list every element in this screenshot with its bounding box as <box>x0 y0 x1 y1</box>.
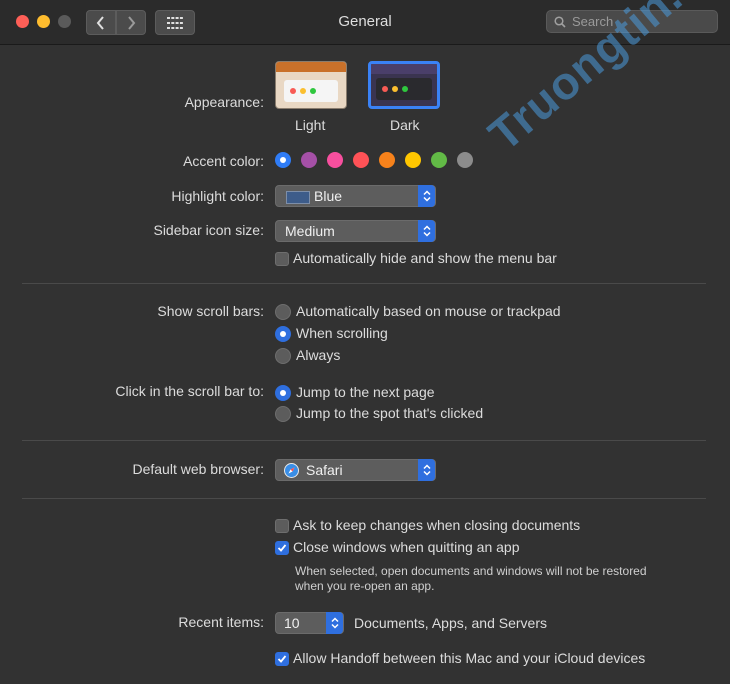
jump-to-spot-label: Jump to the spot that's clicked <box>296 405 484 421</box>
sidebar-icon-size-label: Sidebar icon size: <box>153 222 264 238</box>
scroll-always-radio[interactable] <box>275 348 291 364</box>
menu-bar-checkbox[interactable] <box>275 252 289 266</box>
recent-items-value: 10 <box>284 615 300 631</box>
handoff-checkbox[interactable] <box>275 652 289 666</box>
recent-items-stepper <box>326 612 343 634</box>
appearance-label: Appearance: <box>184 94 264 110</box>
minimize-window-button[interactable] <box>37 15 50 28</box>
title-bar: General <box>0 0 730 45</box>
safari-icon <box>284 463 299 478</box>
close-windows-checkbox[interactable] <box>275 541 289 555</box>
accent-graphite-swatch[interactable] <box>457 152 473 168</box>
forward-button[interactable] <box>116 10 146 35</box>
highlight-color-label: Highlight color: <box>171 188 264 204</box>
handoff-label: Allow Handoff between this Mac and your … <box>293 650 646 666</box>
close-windows-label: Close windows when quitting an app <box>293 539 520 555</box>
scroll-always-label: Always <box>296 347 341 363</box>
accent-blue-swatch[interactable] <box>275 152 291 168</box>
scroll-bars-label: Show scroll bars: <box>157 303 264 319</box>
highlight-swatch <box>286 191 310 204</box>
jump-to-spot-radio[interactable] <box>275 406 291 422</box>
appearance-dark-label: Dark <box>390 117 420 133</box>
recent-items-suffix: Documents, Apps, and Servers <box>354 615 547 631</box>
highlight-color-popup[interactable]: Blue <box>275 185 436 207</box>
separator <box>22 440 706 441</box>
accent-purple-swatch[interactable] <box>301 152 317 168</box>
search-icon <box>554 15 566 28</box>
updown-chevron-icon <box>422 464 431 476</box>
updown-chevron-icon <box>422 190 431 202</box>
search-field[interactable] <box>546 10 718 33</box>
click-scroll-label: Click in the scroll bar to: <box>115 383 264 399</box>
highlight-color-value: Blue <box>314 188 343 204</box>
appearance-light-option[interactable] <box>275 61 347 109</box>
checkmark-icon <box>277 655 287 663</box>
back-button[interactable] <box>86 10 116 35</box>
close-windows-note-line1: When selected, open documents and window… <box>295 564 647 578</box>
jump-next-page-radio[interactable] <box>275 385 291 401</box>
updown-chevron-icon <box>422 225 431 237</box>
system-preferences-window: General Appearance: Light Dark Accent co… <box>0 0 730 684</box>
scroll-auto-label: Automatically based on mouse or trackpad <box>296 303 561 319</box>
chevron-right-icon <box>128 15 136 30</box>
accent-green-swatch[interactable] <box>431 152 447 168</box>
ask-keep-changes-checkbox[interactable] <box>275 519 289 533</box>
show-all-button[interactable] <box>155 10 195 35</box>
sidebar-icon-stepper <box>418 220 435 242</box>
appearance-dark-option[interactable] <box>368 61 440 109</box>
grid-icon <box>167 16 183 29</box>
accent-orange-swatch[interactable] <box>379 152 395 168</box>
menu-bar-label: Automatically hide and show the menu bar <box>293 250 557 266</box>
accent-red-swatch[interactable] <box>353 152 369 168</box>
checkmark-icon <box>277 544 287 552</box>
search-input[interactable] <box>570 13 714 30</box>
jump-next-page-label: Jump to the next page <box>296 384 435 400</box>
recent-items-label: Recent items: <box>178 614 264 630</box>
close-windows-note-line2: when you re-open an app. <box>295 579 435 593</box>
scroll-auto-radio[interactable] <box>275 304 291 320</box>
recent-items-popup[interactable]: 10 <box>275 612 344 634</box>
updown-chevron-icon <box>330 617 339 629</box>
scroll-when-scrolling-radio[interactable] <box>275 326 291 342</box>
appearance-light-label: Light <box>295 117 326 133</box>
default-browser-stepper <box>418 459 435 481</box>
separator <box>22 283 706 284</box>
sidebar-icon-size-popup[interactable]: Medium <box>275 220 436 242</box>
chevron-left-icon <box>96 15 104 30</box>
default-browser-value: Safari <box>306 462 343 478</box>
highlight-stepper <box>418 185 435 207</box>
sidebar-icon-size-value: Medium <box>285 223 335 239</box>
separator <box>22 498 706 499</box>
accent-pink-swatch[interactable] <box>327 152 343 168</box>
zoom-window-button[interactable] <box>58 15 71 28</box>
default-browser-label: Default web browser: <box>132 461 264 477</box>
accent-yellow-swatch[interactable] <box>405 152 421 168</box>
default-browser-popup[interactable]: Safari <box>275 459 436 481</box>
ask-keep-changes-label: Ask to keep changes when closing documen… <box>293 517 581 533</box>
close-window-button[interactable] <box>16 15 29 28</box>
scroll-when-scrolling-label: When scrolling <box>296 325 388 341</box>
accent-color-label: Accent color: <box>183 153 264 169</box>
